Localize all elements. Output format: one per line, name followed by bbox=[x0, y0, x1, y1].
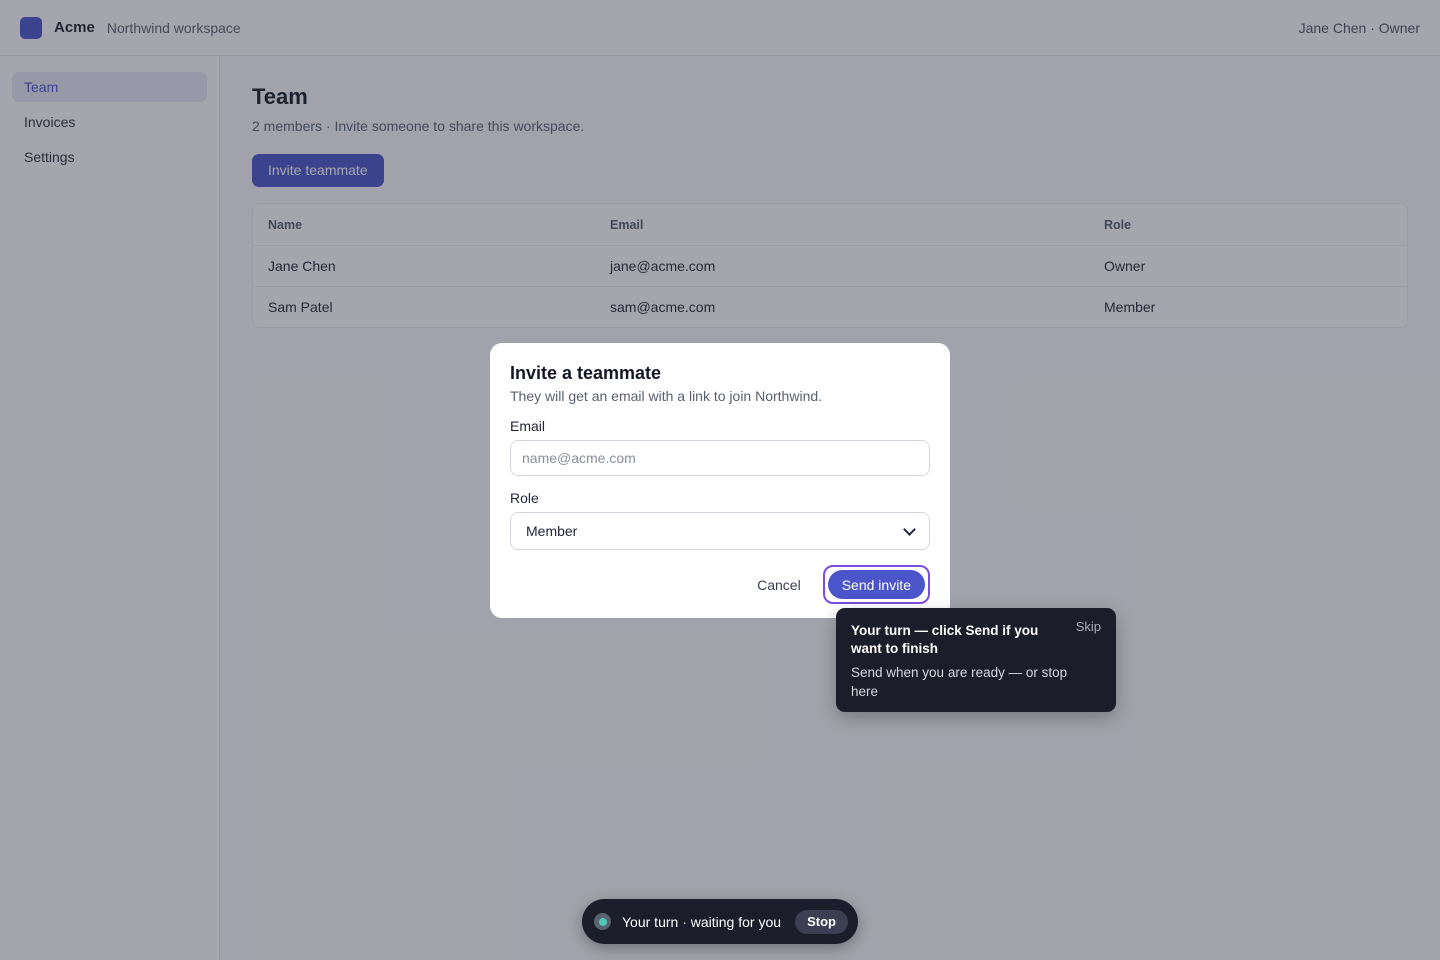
cancel-button[interactable]: Cancel bbox=[757, 577, 801, 593]
modal-description: They will get an email with a link to jo… bbox=[510, 388, 823, 404]
chevron-down-icon bbox=[903, 522, 916, 536]
email-label: Email bbox=[510, 418, 546, 434]
invite-modal: Invite a teammate They will get an email… bbox=[490, 343, 950, 618]
modal-actions: Cancel Send invite bbox=[757, 565, 930, 604]
status-indicator-icon bbox=[594, 913, 611, 930]
role-select[interactable]: Member bbox=[510, 512, 930, 550]
stop-button[interactable]: Stop bbox=[795, 909, 848, 934]
email-field[interactable] bbox=[510, 440, 930, 476]
tooltip-title: Your turn — click Send if you want to fi… bbox=[851, 623, 1039, 656]
skip-button[interactable]: Skip bbox=[1076, 619, 1101, 634]
agent-status-bar: Your turn · waiting for you Stop bbox=[582, 899, 858, 944]
send-invite-button[interactable]: Send invite bbox=[827, 570, 925, 599]
send-highlight-ring: Send invite bbox=[822, 565, 930, 604]
guide-tooltip: Your turn — click Send if you want to fi… bbox=[836, 608, 1116, 712]
role-select-value: Member bbox=[526, 523, 578, 539]
tooltip-body: Send when you are ready — or stop here bbox=[851, 665, 1068, 699]
role-label: Role bbox=[510, 490, 539, 506]
modal-title: Invite a teammate bbox=[510, 363, 662, 383]
status-text: Your turn · waiting for you bbox=[622, 913, 782, 930]
